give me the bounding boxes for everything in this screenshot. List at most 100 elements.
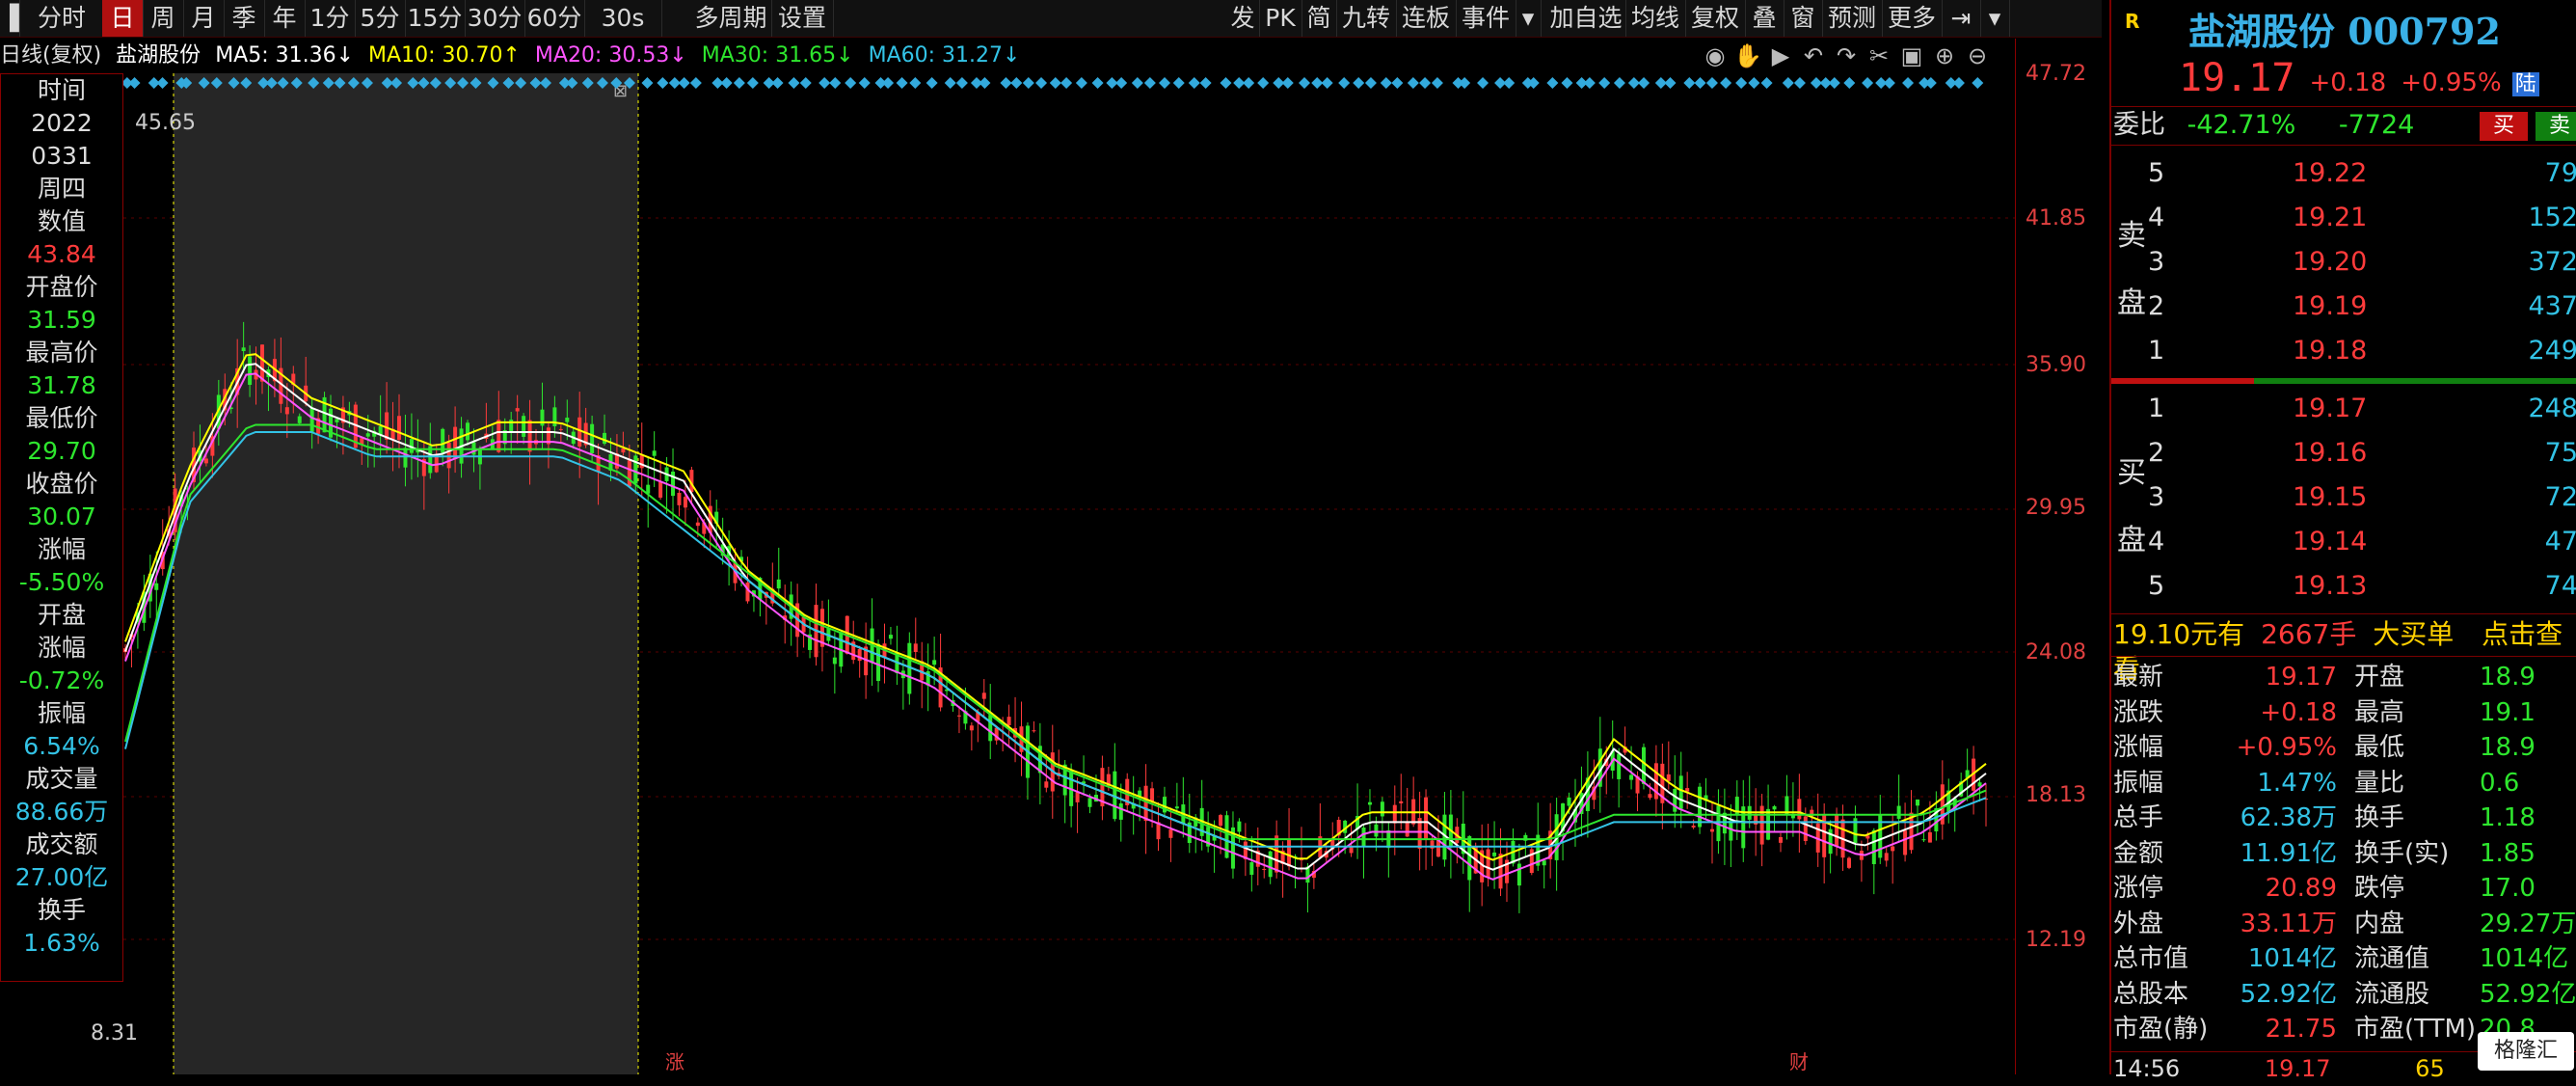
event-diamond[interactable] bbox=[858, 77, 871, 89]
event-diamond[interactable] bbox=[1188, 77, 1200, 89]
event-diamond[interactable] bbox=[733, 77, 745, 89]
event-diamond[interactable] bbox=[1902, 77, 1915, 89]
event-diamond[interactable] bbox=[678, 77, 690, 89]
event-diamond[interactable] bbox=[845, 77, 857, 89]
tab-multi-period[interactable]: 多周期 bbox=[690, 0, 772, 37]
event-diamond[interactable] bbox=[657, 77, 669, 89]
hand-icon[interactable]: ✋ bbox=[1731, 41, 1764, 71]
jiuzhuan-button[interactable]: 九转 bbox=[1336, 0, 1397, 37]
event-diamond[interactable] bbox=[944, 77, 956, 89]
tab-30min[interactable]: 30分 bbox=[465, 0, 525, 37]
event-diamond[interactable] bbox=[1419, 77, 1432, 89]
forecast-button[interactable]: 预测 bbox=[1822, 0, 1883, 37]
event-diamond[interactable] bbox=[896, 77, 908, 89]
event-diamond[interactable] bbox=[1561, 77, 1573, 89]
event-diamond[interactable] bbox=[1720, 77, 1732, 89]
event-diamond[interactable] bbox=[1049, 77, 1061, 89]
zoom-out-icon[interactable]: ⊖ bbox=[1961, 41, 1994, 71]
event-diamond[interactable] bbox=[1793, 77, 1806, 89]
event-diamond[interactable] bbox=[882, 77, 895, 89]
event-diamond[interactable] bbox=[1683, 77, 1696, 89]
pk-button[interactable]: PK bbox=[1259, 0, 1302, 37]
lianban-button[interactable]: 连板 bbox=[1396, 0, 1457, 37]
event-diamond[interactable] bbox=[1172, 77, 1185, 89]
tab-year[interactable]: 年 bbox=[264, 0, 306, 37]
redo-icon[interactable]: ↷ bbox=[1830, 41, 1863, 71]
event-diamond[interactable] bbox=[1431, 77, 1443, 89]
event-marker-zhang[interactable]: 涨 bbox=[665, 1050, 684, 1073]
eye-icon[interactable]: ◉ bbox=[1699, 41, 1731, 71]
bids-row[interactable]: 3 19.15 72 bbox=[2148, 480, 2576, 515]
undo-icon[interactable]: ↶ bbox=[1797, 41, 1830, 71]
fuquan-button[interactable]: 复权 bbox=[1685, 0, 1746, 37]
event-diamond[interactable] bbox=[1735, 77, 1748, 89]
event-diamond[interactable] bbox=[1220, 77, 1232, 89]
play-icon[interactable]: ▶ bbox=[1764, 41, 1797, 71]
event-diamond[interactable] bbox=[1311, 77, 1324, 89]
event-diamond[interactable] bbox=[689, 77, 702, 89]
add-watchlist-button[interactable]: 加自选 bbox=[1546, 0, 1626, 37]
asks-row[interactable]: 5 19.22 79 bbox=[2148, 156, 2576, 191]
bids-row[interactable]: 1 19.17 248 bbox=[2148, 392, 2576, 426]
event-diamond[interactable] bbox=[746, 77, 759, 89]
event-diamond[interactable] bbox=[1000, 77, 1012, 89]
event-diamond[interactable] bbox=[1638, 77, 1650, 89]
event-diamond[interactable] bbox=[1380, 77, 1392, 89]
event-diamond[interactable] bbox=[1972, 77, 1984, 89]
tab-month[interactable]: 月 bbox=[183, 0, 225, 37]
event-diamond[interactable] bbox=[1613, 77, 1625, 89]
event-diamond[interactable] bbox=[1748, 77, 1760, 89]
asks-row[interactable]: 2 19.19 437 bbox=[2148, 289, 2576, 324]
tab-1min[interactable]: 1分 bbox=[305, 0, 356, 37]
event-diamond[interactable] bbox=[1257, 77, 1270, 89]
menu-dropdown-icon[interactable]: ▾ bbox=[1980, 0, 2010, 37]
bids-row[interactable]: 5 19.13 74 bbox=[2148, 569, 2576, 604]
event-diamond[interactable] bbox=[1477, 77, 1489, 89]
bids-row[interactable]: 2 19.16 75 bbox=[2148, 436, 2576, 471]
event-diamond[interactable] bbox=[1546, 77, 1559, 89]
lock-icon[interactable]: ▣ bbox=[1895, 41, 1928, 71]
event-diamond[interactable] bbox=[156, 77, 169, 89]
event-diamond[interactable] bbox=[1364, 77, 1377, 89]
event-diamond[interactable] bbox=[1091, 77, 1104, 89]
event-diamond[interactable] bbox=[1583, 77, 1596, 89]
event-dropdown-icon[interactable]: ▾ bbox=[1516, 0, 1542, 37]
event-diamond[interactable] bbox=[1199, 77, 1212, 89]
event-diamond[interactable] bbox=[1281, 77, 1294, 89]
event-diamond[interactable] bbox=[1035, 77, 1048, 89]
window-button[interactable]: 窗 bbox=[1784, 0, 1823, 37]
ma-line-button[interactable]: 均线 bbox=[1625, 0, 1686, 37]
event-diamond[interactable] bbox=[1503, 77, 1516, 89]
event-diamond[interactable] bbox=[955, 77, 968, 89]
event-diamond[interactable] bbox=[1952, 77, 1965, 89]
event-diamond[interactable] bbox=[926, 77, 938, 89]
event-diamond[interactable] bbox=[1075, 77, 1087, 89]
event-diamond[interactable] bbox=[1143, 77, 1156, 89]
zoom-in-icon[interactable]: ⊕ bbox=[1928, 41, 1961, 71]
event-diamond[interactable] bbox=[1353, 77, 1365, 89]
event-diamond[interactable] bbox=[1010, 77, 1023, 89]
event-diamond[interactable] bbox=[1598, 77, 1611, 89]
event-diamond[interactable] bbox=[720, 77, 733, 89]
asks-row[interactable]: 1 19.18 249 bbox=[2148, 334, 2576, 368]
event-diamond[interactable] bbox=[1828, 77, 1840, 89]
tab-15min[interactable]: 15分 bbox=[405, 0, 466, 37]
event-diamond[interactable] bbox=[1321, 77, 1333, 89]
event-diamond[interactable] bbox=[1924, 77, 1937, 89]
overlay-button[interactable]: 叠 bbox=[1745, 0, 1784, 37]
event-diamond[interactable] bbox=[1883, 77, 1895, 89]
event-diamond[interactable] bbox=[1862, 77, 1874, 89]
bids-row[interactable]: 4 19.14 47 bbox=[2148, 525, 2576, 559]
event-diamond[interactable] bbox=[1131, 77, 1143, 89]
more-button[interactable]: 更多 bbox=[1882, 0, 1943, 37]
event-diamond[interactable] bbox=[128, 77, 141, 89]
event-diamond[interactable] bbox=[1459, 77, 1471, 89]
event-diamond[interactable] bbox=[1760, 77, 1773, 89]
buy-button[interactable]: 买 bbox=[2480, 112, 2528, 141]
tab-60min[interactable]: 60分 bbox=[524, 0, 585, 37]
event-diamond[interactable] bbox=[1060, 77, 1073, 89]
event-diamond[interactable] bbox=[799, 77, 812, 89]
event-diamond[interactable] bbox=[1159, 77, 1171, 89]
event-markers[interactable] bbox=[65, 77, 1984, 89]
fa-button[interactable]: 发 bbox=[1226, 0, 1260, 37]
